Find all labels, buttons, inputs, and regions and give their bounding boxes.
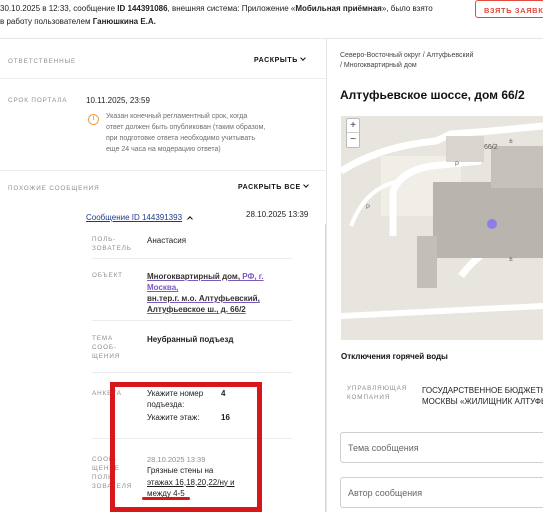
header-divider — [0, 38, 543, 39]
assignment-text-mid: , внешняя система: Приложение « — [167, 4, 296, 13]
user-label-line: ЗОВАТЕЛЬ — [92, 245, 132, 252]
object-district: вн.тер.г. м.о. Алтуфьевский, — [147, 294, 260, 303]
responsible-label: ОТВЕТСТВЕННЫЕ — [8, 58, 77, 65]
location-map[interactable]: 66/2 P P ± ± — [341, 116, 543, 340]
annotation-underline — [142, 497, 190, 500]
chevron-up-icon[interactable] — [187, 216, 193, 222]
chevron-down-icon — [302, 182, 309, 188]
request-topic: Отключения горячей воды — [341, 352, 448, 361]
topic-value: Неубранный подъезд — [147, 335, 234, 344]
expand-all-label: РАСКРЫТЬ ВСЕ — [238, 184, 301, 191]
user-value: Анастасия — [147, 236, 187, 245]
portal-deadline-label: СРОК ПОРТАЛА — [8, 97, 68, 104]
management-company-value: ГОСУДАРСТВЕННОЕ БЮДЖЕТНОЕ МОСКВЫ «ЖИЛИЩН… — [422, 385, 543, 407]
expand-all-button[interactable]: РАСКРЫТЬ ВСЕ — [238, 182, 309, 191]
take-request-button[interactable]: ВЗЯТЬ ЗАЯВКУ — [475, 0, 543, 18]
topic-label-line: СООБ- — [92, 344, 117, 351]
map-parking-label: P — [455, 162, 459, 168]
assigned-user: Ганюшкина Е.А. — [92, 17, 156, 26]
similar-messages-label: ПОХОЖИЕ СООБЩЕНИЯ — [8, 185, 100, 192]
object-address-link[interactable]: Многоквартирный дом, РФ, г. Москва, вн.т… — [147, 271, 297, 315]
topic-label-line: ТЕМА — [92, 335, 114, 342]
company-value-line: ГОСУДАРСТВЕННОЕ БЮДЖЕТНОЕ — [422, 386, 543, 395]
warning-line: ответ должен быть опубликован (таким обр… — [106, 124, 266, 131]
assignment-text-suffix: », было взято — [381, 4, 433, 13]
map-house-label: 66/2 — [484, 144, 498, 151]
company-label-line: УПРАВЛЯЮЩАЯ — [347, 385, 408, 392]
similar-message-date: 28.10.2025 13:39 — [246, 210, 309, 219]
company-label-line: КОМПАНИЯ — [347, 394, 391, 401]
object-label: ОБЪЕКТ — [92, 272, 123, 279]
responsible-expand-button[interactable]: РАСКРЫТЬ — [254, 55, 306, 64]
info-icon: i — [88, 114, 99, 125]
divider — [92, 372, 292, 373]
scrollbar-track[interactable] — [325, 224, 326, 512]
message-topic-field[interactable] — [340, 432, 543, 463]
address-title: Алтуфьевское шоссе, дом 66/2 — [340, 88, 525, 102]
breadcrumb-line: / Многоквартирный дом — [340, 62, 417, 69]
assignment-text-prefix: 30.10.2025 в 12:33, сообщение — [0, 4, 118, 13]
breadcrumb-line: Северо-Восточный округ / Алтуфьевский — [340, 52, 474, 59]
divider — [92, 320, 292, 321]
zoom-out-button[interactable]: − — [347, 133, 359, 147]
company-value-line: МОСКВЫ «ЖИЛИЩНИК АЛТУФЬЕВ — [422, 397, 543, 406]
assignment-info: 30.10.2025 в 12:33, сообщение ID 1443910… — [0, 2, 460, 28]
message-id: ID 144391086 — [117, 4, 168, 13]
zoom-in-button[interactable]: + — [347, 119, 359, 133]
warning-line: еще 24 часа на модерацию ответа) — [106, 146, 221, 153]
message-author-input[interactable] — [341, 478, 543, 507]
object-street: Алтуфьевское ш., д. 66/2 — [147, 305, 246, 314]
breadcrumb: Северо-Восточный округ / Алтуфьевский / … — [340, 51, 473, 71]
user-label: ПОЛЬ- ЗОВАТЕЛЬ — [92, 235, 132, 253]
deadline-warning: Указан конечный регламентный срок, когда… — [106, 111, 306, 155]
user-label-line: ПОЛЬ- — [92, 236, 117, 243]
chevron-down-icon — [300, 55, 306, 61]
message-topic-input[interactable] — [341, 433, 543, 462]
external-system: Мобильная приёмная — [295, 4, 382, 13]
annotation-highlight-box — [110, 382, 262, 512]
warning-line: Указан конечный регламентный срок, когда — [106, 113, 248, 120]
map-poi-icon: ± — [509, 256, 513, 263]
object-type: Многоквартирный дом, — [147, 272, 243, 281]
responsible-expand-label: РАСКРЫТЬ — [254, 57, 298, 64]
divider — [92, 258, 292, 259]
map-zoom-control[interactable]: + − — [346, 118, 360, 148]
divider — [0, 78, 326, 79]
map-poi-icon: ± — [509, 138, 513, 145]
warning-line: при подготовке ответа необходимо учитыва… — [106, 135, 255, 142]
assignment-line2-prefix: в работу пользователем — [0, 17, 93, 26]
message-author-field[interactable] — [340, 477, 543, 508]
column-divider — [326, 38, 327, 512]
similar-message-link[interactable]: Сообщение ID 144391393 — [86, 213, 182, 222]
management-company-label: УПРАВЛЯЮЩАЯ КОМПАНИЯ — [347, 384, 407, 402]
similar-message-header[interactable]: Сообщение ID 144391393 — [86, 207, 193, 225]
topic-label: ТЕМА СООБ- ЩЕНИЯ — [92, 334, 120, 361]
map-parking-label: P — [366, 205, 370, 211]
portal-deadline-value: 10.11.2025, 23:59 — [86, 96, 150, 105]
topic-label-line: ЩЕНИЯ — [92, 353, 121, 360]
divider — [0, 170, 326, 171]
